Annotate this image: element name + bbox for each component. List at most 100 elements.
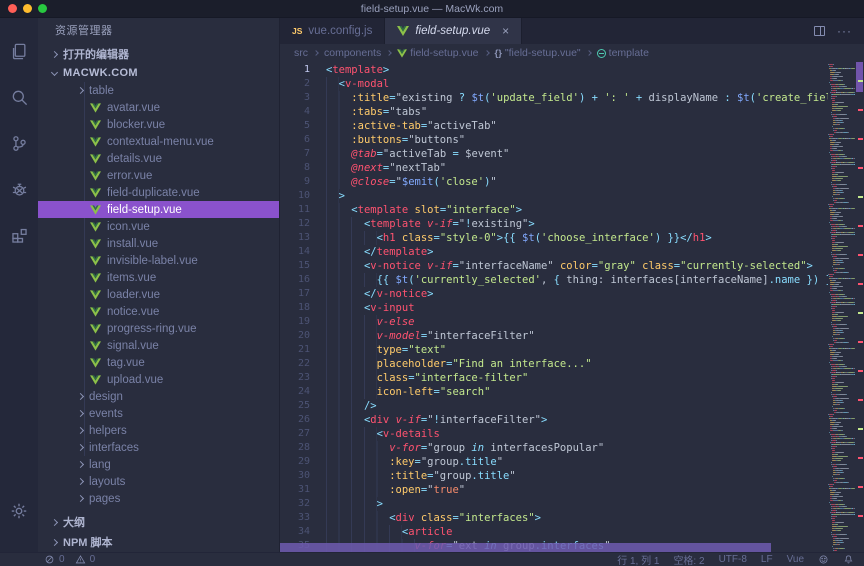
code-line-25[interactable]: 25 /> [280,399,828,413]
tree-item-progress-ring-vue[interactable]: progress-ring.vue [38,320,279,337]
zoom-window-button[interactable] [38,4,47,13]
overview-ruler-mark [858,196,863,198]
open-editors-section[interactable]: 打开的编辑器 [38,44,279,64]
breadcrumb-item-2[interactable]: field-setup.vue [397,47,478,59]
source-control-icon[interactable] [0,120,38,166]
more-actions-icon[interactable]: ··· [837,24,852,38]
code-line-31[interactable]: 31 :open="true" [280,483,828,497]
sidebar-section-1[interactable]: NPM 脚本 [38,532,279,552]
code-line-5[interactable]: 5 :active-tab="activeTab" [280,119,828,133]
vertical-scrollbar[interactable] [855,62,864,552]
extensions-icon[interactable] [0,212,38,258]
close-tab-icon[interactable]: × [502,24,509,38]
code-line-2[interactable]: 2 <v-modal [280,77,828,91]
status-item-2[interactable]: UTF-8 [719,554,747,565]
debug-icon[interactable] [0,166,38,212]
breadcrumb-item-4[interactable]: template [597,47,649,59]
breadcrumb-item-3[interactable]: {}"field-setup.vue" [495,47,581,59]
tree-item-upload-vue[interactable]: upload.vue [38,371,279,388]
breadcrumb-item-1[interactable]: components [324,47,381,59]
tree-item-interfaces[interactable]: interfaces [38,439,279,456]
close-window-button[interactable] [8,4,17,13]
code-line-1[interactable]: 1<template> [280,63,828,77]
tree-item-loader-vue[interactable]: loader.vue [38,286,279,303]
code-line-21[interactable]: 21 type="text" [280,343,828,357]
tab-field-setup-vue[interactable]: field-setup.vue× [385,18,522,44]
notifications-bell-icon[interactable] [843,554,854,565]
tree-item-notice-vue[interactable]: notice.vue [38,303,279,320]
tree-item-install-vue[interactable]: install.vue [38,235,279,252]
code-editor[interactable]: 1<template>2 <v-modal3 :title="existing … [280,62,864,552]
code-line-27[interactable]: 27 <v-details [280,427,828,441]
tree-item-contextual-menu-vue[interactable]: contextual-menu.vue [38,133,279,150]
tree-item-label: field-duplicate.vue [107,187,200,199]
code-line-6[interactable]: 6 :buttons="buttons" [280,133,828,147]
tree-item-tag-vue[interactable]: tag.vue [38,354,279,371]
tree-item-signal-vue[interactable]: signal.vue [38,337,279,354]
tree-item-blocker-vue[interactable]: blocker.vue [38,116,279,133]
code-line-34[interactable]: 34 <article [280,525,828,539]
tree-item-error-vue[interactable]: error.vue [38,167,279,184]
tree-item-layouts[interactable]: layouts [38,473,279,490]
tree-item-table[interactable]: table [38,82,279,99]
workspace-root-folder[interactable]: MACWK.COM [38,64,279,82]
status-item-0[interactable]: 行 1, 列 1 [617,552,659,566]
tree-item-lang[interactable]: lang [38,456,279,473]
tree-item-field-setup-vue[interactable]: field-setup.vue [38,201,279,218]
status-item-3[interactable]: LF [761,554,773,565]
code-line-13[interactable]: 13 <h1 class="style-0">{{ $t('choose_int… [280,231,828,245]
error-count[interactable]: 0 [44,554,65,565]
code-line-24[interactable]: 24 icon-left="search" [280,385,828,399]
vertical-scrollbar-thumb[interactable] [856,62,863,92]
code-line-7[interactable]: 7 @tab="activeTab = $event" [280,147,828,161]
code-line-17[interactable]: 17 </v-notice> [280,287,828,301]
code-line-10[interactable]: 10 > [280,189,828,203]
tree-item-events[interactable]: events [38,405,279,422]
minimap[interactable] [828,62,855,552]
tree-item-invisible-label-vue[interactable]: invisible-label.vue [38,252,279,269]
tree-item-design[interactable]: design [38,388,279,405]
code-line-14[interactable]: 14 </template> [280,245,828,259]
tab-vue-config-js[interactable]: JSvue.config.js [280,18,385,44]
feedback-smiley-icon[interactable] [818,554,829,565]
problems-status[interactable]: 00 [0,554,95,565]
code-line-28[interactable]: 28 v-for="group in interfacesPopular" [280,441,828,455]
code-content[interactable]: 1<template>2 <v-modal3 :title="existing … [280,62,828,552]
code-line-3[interactable]: 3 :title="existing ? $t('update_field') … [280,91,828,105]
sidebar-section-0[interactable]: 大纲 [38,512,279,532]
code-line-19[interactable]: 19 v-else [280,315,828,329]
code-line-26[interactable]: 26 <div v-if="!interfaceFilter"> [280,413,828,427]
tree-item-field-duplicate-vue[interactable]: field-duplicate.vue [38,184,279,201]
code-line-12[interactable]: 12 <template v-if="!existing"> [280,217,828,231]
tree-item-pages[interactable]: pages [38,490,279,507]
search-icon[interactable] [0,74,38,120]
split-editor-icon[interactable] [814,26,825,36]
explorer-icon[interactable] [0,28,38,74]
code-line-33[interactable]: 33 <div class="interfaces"> [280,511,828,525]
code-line-11[interactable]: 11 <template slot="interface"> [280,203,828,217]
status-item-1[interactable]: 空格: 2 [673,552,704,566]
code-line-32[interactable]: 32 > [280,497,828,511]
code-line-18[interactable]: 18 <v-input [280,301,828,315]
tree-item-items-vue[interactable]: items.vue [38,269,279,286]
code-line-9[interactable]: 9 @close="$emit('close')" [280,175,828,189]
code-line-15[interactable]: 15 <v-notice v-if="interfaceName" color=… [280,259,828,273]
tree-item-helpers[interactable]: helpers [38,422,279,439]
code-line-29[interactable]: 29 :key="group.title" [280,455,828,469]
tree-item-avatar-vue[interactable]: avatar.vue [38,99,279,116]
status-item-4[interactable]: Vue [787,554,804,565]
horizontal-scrollbar-thumb[interactable] [280,543,771,552]
breadcrumb-item-0[interactable]: src [294,47,308,59]
code-line-22[interactable]: 22 placeholder="Find an interface..." [280,357,828,371]
tree-item-icon-vue[interactable]: icon.vue [38,218,279,235]
code-line-20[interactable]: 20 v-model="interfaceFilter" [280,329,828,343]
code-line-8[interactable]: 8 @next="nextTab" [280,161,828,175]
warning-count[interactable]: 0 [75,554,96,565]
minimize-window-button[interactable] [23,4,32,13]
tree-item-details-vue[interactable]: details.vue [38,150,279,167]
code-line-4[interactable]: 4 :tabs="tabs" [280,105,828,119]
code-line-16[interactable]: 16 {{ $t('currently_selected', { thing: … [280,273,828,287]
code-line-23[interactable]: 23 class="interface-filter" [280,371,828,385]
code-line-30[interactable]: 30 :title="group.title" [280,469,828,483]
settings-gear-icon[interactable] [0,488,38,534]
